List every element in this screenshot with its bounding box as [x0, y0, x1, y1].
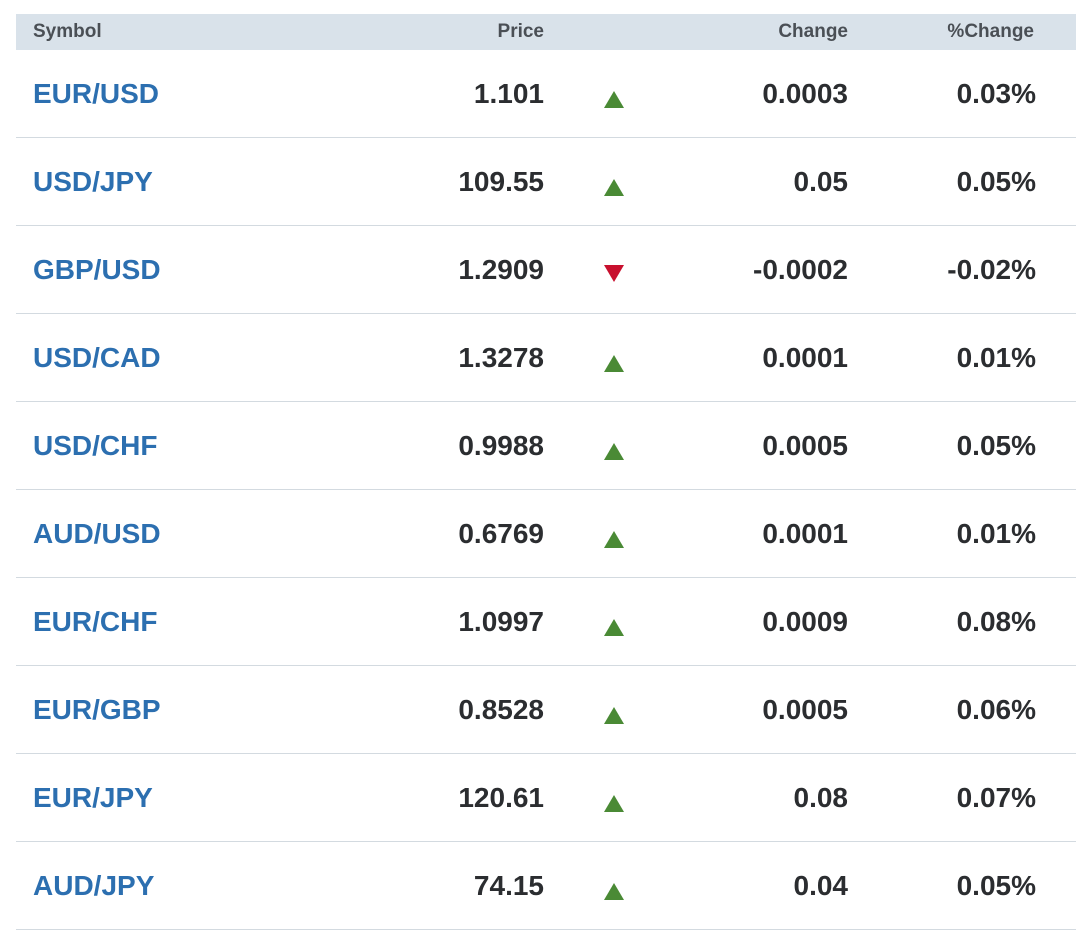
table-row: EUR/GBP 0.8528 0.0005 0.06% — [16, 666, 1076, 754]
pct-change-value: -0.02% — [947, 253, 1036, 285]
header-pct-change[interactable]: %Change — [848, 21, 1056, 43]
price-value: 0.9988 — [458, 429, 544, 461]
pct-change-value: 0.03% — [956, 77, 1036, 109]
symbol-link[interactable]: AUD/USD — [33, 518, 161, 549]
header-price[interactable]: Price — [176, 21, 544, 43]
pct-change-value: 0.08% — [956, 605, 1036, 637]
price-value: 0.8528 — [458, 693, 544, 725]
table-body: EUR/USD 1.101 0.0003 0.03% USD/JPY 109.5… — [16, 50, 1076, 930]
pct-change-value: 0.01% — [956, 517, 1036, 549]
pct-change-value: 0.05% — [956, 165, 1036, 197]
change-value: -0.0002 — [753, 253, 848, 285]
symbol-link[interactable]: EUR/USD — [33, 78, 159, 109]
table-row: EUR/JPY 120.61 0.08 0.07% — [16, 754, 1076, 842]
change-value: 0.0003 — [762, 77, 848, 109]
symbol-link[interactable]: USD/CAD — [33, 342, 161, 373]
price-value: 0.6769 — [458, 517, 544, 549]
triangle-up-icon — [604, 90, 624, 108]
forex-quotes-table: Symbol Price Change %Change EUR/USD 1.10… — [16, 14, 1076, 930]
pct-change-value: 0.06% — [956, 693, 1036, 725]
triangle-up-icon — [604, 882, 624, 900]
table-header: Symbol Price Change %Change — [16, 14, 1076, 50]
table-row: EUR/CHF 1.0997 0.0009 0.08% — [16, 578, 1076, 666]
table-row: GBP/USD 1.2909 -0.0002 -0.02% — [16, 226, 1076, 314]
symbol-link[interactable]: EUR/JPY — [33, 782, 153, 813]
table-row: USD/JPY 109.55 0.05 0.05% — [16, 138, 1076, 226]
price-value: 1.2909 — [458, 253, 544, 285]
pct-change-value: 0.05% — [956, 429, 1036, 461]
pct-change-value: 0.05% — [956, 869, 1036, 901]
price-value: 120.61 — [458, 781, 544, 813]
pct-change-value: 0.01% — [956, 341, 1036, 373]
triangle-down-icon — [604, 264, 624, 282]
header-change[interactable]: Change — [684, 21, 848, 43]
triangle-up-icon — [604, 442, 624, 460]
change-value: 0.0009 — [762, 605, 848, 637]
change-value: 0.0001 — [762, 517, 848, 549]
header-symbol[interactable]: Symbol — [16, 21, 176, 43]
symbol-link[interactable]: EUR/CHF — [33, 606, 157, 637]
symbol-link[interactable]: USD/JPY — [33, 166, 153, 197]
change-value: 0.05 — [793, 165, 849, 197]
table-row: AUD/JPY 74.15 0.04 0.05% — [16, 842, 1076, 930]
change-value: 0.08 — [793, 781, 849, 813]
price-value: 74.15 — [473, 869, 544, 901]
triangle-up-icon — [604, 178, 624, 196]
symbol-link[interactable]: USD/CHF — [33, 430, 157, 461]
table-row: USD/CHF 0.9988 0.0005 0.05% — [16, 402, 1076, 490]
price-value: 1.101 — [473, 77, 544, 109]
change-value: 0.0005 — [762, 429, 848, 461]
table-row: USD/CAD 1.3278 0.0001 0.01% — [16, 314, 1076, 402]
symbol-link[interactable]: GBP/USD — [33, 254, 161, 285]
symbol-link[interactable]: EUR/GBP — [33, 694, 161, 725]
triangle-up-icon — [604, 794, 624, 812]
table-row: EUR/USD 1.101 0.0003 0.03% — [16, 50, 1076, 138]
change-value: 0.0005 — [762, 693, 848, 725]
table-row: AUD/USD 0.6769 0.0001 0.01% — [16, 490, 1076, 578]
triangle-up-icon — [604, 618, 624, 636]
symbol-link[interactable]: AUD/JPY — [33, 870, 154, 901]
triangle-up-icon — [604, 354, 624, 372]
change-value: 0.0001 — [762, 341, 848, 373]
triangle-up-icon — [604, 706, 624, 724]
triangle-up-icon — [604, 530, 624, 548]
price-value: 1.3278 — [458, 341, 544, 373]
change-value: 0.04 — [793, 869, 849, 901]
price-value: 109.55 — [458, 165, 544, 197]
pct-change-value: 0.07% — [956, 781, 1036, 813]
price-value: 1.0997 — [458, 605, 544, 637]
